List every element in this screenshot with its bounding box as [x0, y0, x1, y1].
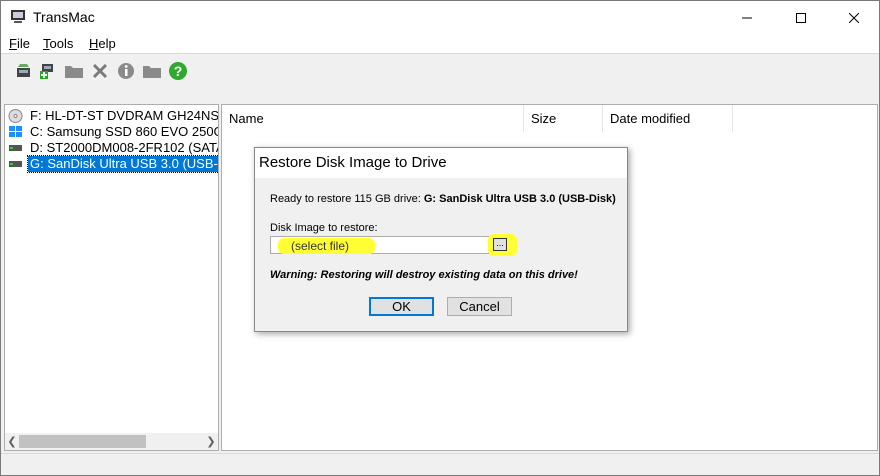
folder-icon: [143, 66, 161, 78]
drive-label: G: SanDisk Ultra USB 3.0 (USB-D: [26, 155, 218, 173]
disk-image-label: Disk Image to restore:: [270, 222, 378, 234]
drive-item-d[interactable]: D: ST2000DM008-2FR102 (SATA-: [5, 140, 219, 156]
image-disk-button[interactable]: [13, 60, 35, 82]
close-icon: [849, 12, 859, 23]
menu-tools[interactable]: Tools: [43, 36, 73, 51]
minimize-icon: [742, 17, 752, 18]
title-bar: TransMac: [1, 1, 879, 34]
app-title: TransMac: [33, 9, 95, 25]
ok-button[interactable]: OK: [369, 297, 434, 316]
drive-item-f[interactable]: F: HL-DT-ST DVDRAM GH24NSD: [5, 108, 219, 124]
column-header-date-modified[interactable]: Date modified: [603, 105, 733, 132]
folder-button[interactable]: [141, 60, 163, 82]
help-button[interactable]: ?: [167, 60, 189, 82]
menu-help[interactable]: Help: [89, 36, 116, 51]
add-disk-icon: [40, 64, 53, 79]
usb-drive-icon: [9, 161, 22, 167]
toolbar: ?: [1, 55, 879, 101]
maximize-icon: [796, 12, 806, 23]
drive-label: C: Samsung SSD 860 EVO 250GB: [30, 124, 219, 139]
menu-bar: File Tools Help: [1, 34, 879, 54]
ready-drive: G: SanDisk Ultra USB 3.0 (USB-Disk): [423, 193, 616, 205]
cancel-button[interactable]: Cancel: [447, 297, 512, 316]
open-folder-button[interactable]: [63, 60, 85, 82]
horizontal-scrollbar[interactable]: ❮ ❯: [5, 433, 218, 450]
image-disk-icon: [17, 64, 30, 77]
drive-label: F: HL-DT-ST DVDRAM GH24NSD: [30, 108, 219, 123]
drive-label: D: ST2000DM008-2FR102 (SATA-: [30, 140, 219, 155]
disk-image-field[interactable]: (select file): [270, 236, 510, 254]
drive-list[interactable]: F: HL-DT-ST DVDRAM GH24NSD C: Samsung SS…: [4, 104, 219, 451]
app-computer-icon: [11, 10, 25, 23]
status-bar: [1, 453, 879, 475]
column-header-name[interactable]: Name: [222, 105, 524, 132]
transmac-window: TransMac File Tools Help ? F: HL-DT-ST D…: [0, 0, 880, 476]
restore-dialog: Restore Disk Image to Drive Ready to res…: [254, 147, 628, 332]
browse-button[interactable]: ...: [493, 238, 507, 251]
windows-drive-icon: [9, 126, 22, 137]
ready-prefix: Ready to restore 115 GB drive:: [270, 193, 424, 205]
ready-message: Ready to restore 115 GB drive: G: SanDis…: [270, 193, 616, 205]
dialog-title: Restore Disk Image to Drive: [259, 154, 447, 171]
scrollbar-thumb[interactable]: [19, 435, 146, 448]
optical-drive-icon: [8, 109, 23, 123]
help-icon: ?: [169, 62, 187, 80]
scroll-right-arrow-icon[interactable]: ❯: [204, 433, 218, 450]
svg-text:?: ?: [174, 63, 183, 79]
warning-message: Warning: Restoring will destroy existing…: [270, 269, 578, 281]
delete-button[interactable]: [89, 60, 111, 82]
hard-drive-icon: [9, 145, 22, 151]
menu-file[interactable]: File: [9, 36, 30, 51]
disk-image-value: (select file): [291, 239, 350, 253]
drive-item-g[interactable]: G: SanDisk Ultra USB 3.0 (USB-D: [5, 155, 218, 173]
info-button[interactable]: [115, 60, 137, 82]
info-icon: [118, 63, 134, 79]
drive-item-c[interactable]: C: Samsung SSD 860 EVO 250GB: [5, 124, 219, 140]
delete-icon: [92, 63, 108, 79]
dialog-title-bar: Restore Disk Image to Drive: [255, 148, 627, 178]
scroll-left-arrow-icon[interactable]: ❮: [5, 433, 19, 450]
column-header-size[interactable]: Size: [524, 105, 603, 132]
folder-icon: [65, 66, 83, 78]
maximize-button[interactable]: [778, 1, 824, 34]
add-disk-button[interactable]: [36, 60, 58, 82]
close-button[interactable]: [831, 1, 877, 34]
minimize-button[interactable]: [724, 1, 770, 34]
